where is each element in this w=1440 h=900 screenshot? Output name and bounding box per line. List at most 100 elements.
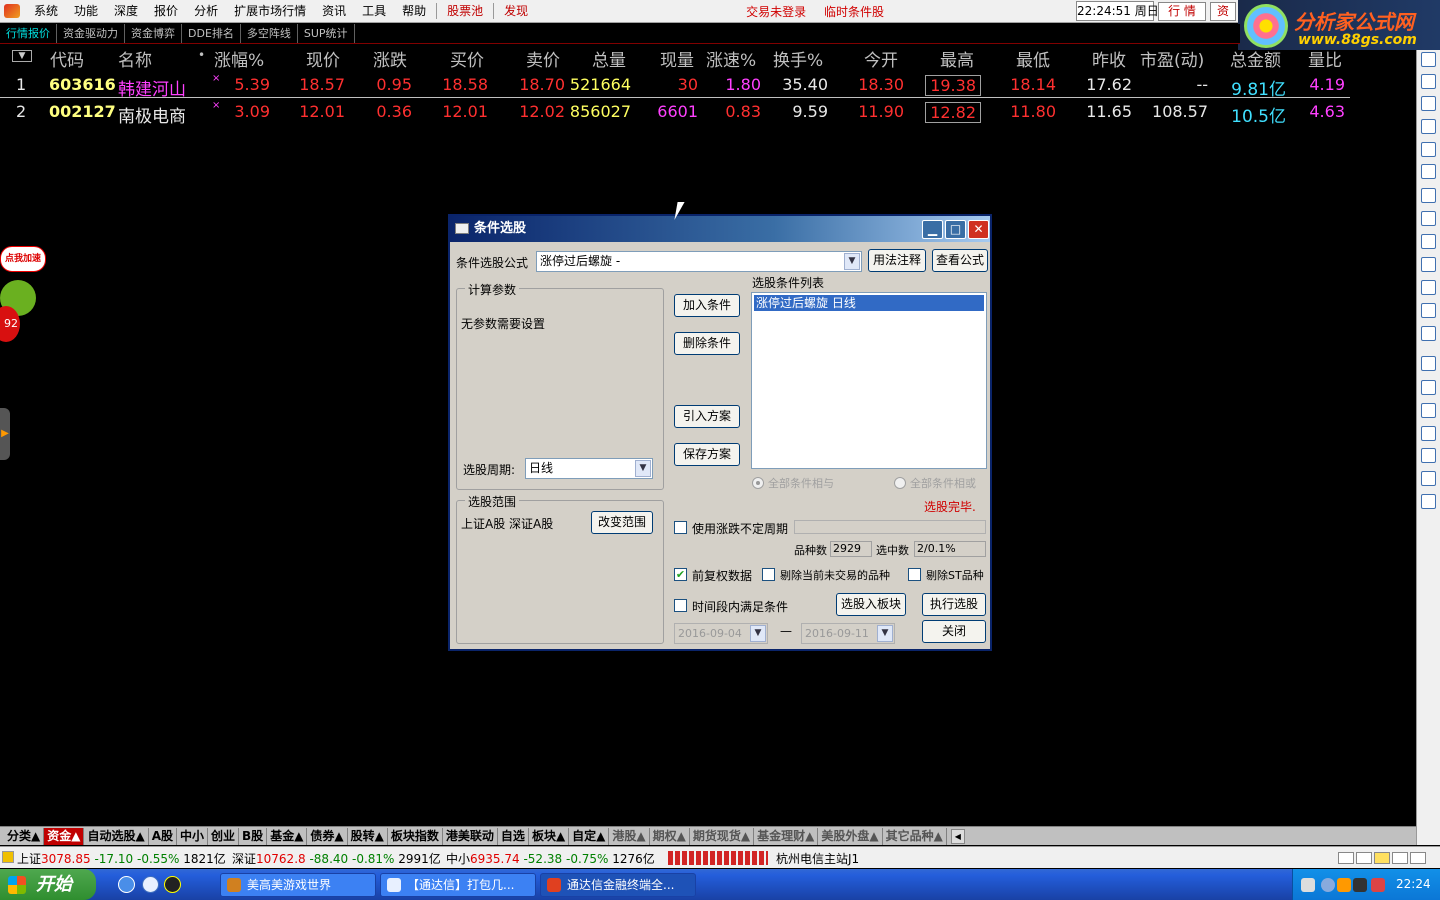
exclude-inactive-checkbox[interactable] (762, 568, 775, 581)
toolbar-circle-icon[interactable] (1421, 326, 1436, 341)
col-code[interactable]: 代码 (50, 46, 84, 71)
tab-capital-drive[interactable]: 资金驱动力 (57, 24, 125, 43)
col-volume-ratio[interactable]: 量比 (1308, 46, 1342, 71)
chevron-down-icon[interactable]: ▼ (844, 253, 860, 270)
ie-browser-icon[interactable] (118, 876, 135, 893)
tab-category[interactable]: 分类▲ (4, 827, 45, 845)
tab-b-share[interactable]: B股 (239, 827, 268, 845)
menu-tools[interactable]: 工具 (354, 0, 394, 23)
taskbar-item-tdx-download[interactable]: 【通达信】打包几... (380, 873, 536, 897)
sz-index-group[interactable]: 深证10762.8 -88.40 -0.81% 2991亿 (232, 850, 441, 867)
col-cur-volume[interactable]: 现量 (660, 46, 694, 71)
date-to-picker[interactable]: 2016-09-11 ▼ (801, 623, 895, 644)
tab-fund[interactable]: 基金▲ (267, 827, 308, 845)
col-high[interactable]: 最高 (940, 46, 974, 71)
col-change[interactable]: 涨跌 (373, 46, 407, 71)
scroll-left-icon[interactable]: ◀ (950, 828, 965, 844)
add-to-block-button[interactable]: 选股入板块 (836, 593, 906, 616)
menu-help[interactable]: 帮助 (394, 0, 434, 23)
tab-sup-stats[interactable]: SUP统计 (298, 24, 355, 43)
col-speed[interactable]: 涨速% (706, 46, 756, 71)
execute-selection-button[interactable]: 执行选股 (922, 593, 986, 616)
trade-login-status[interactable]: 交易未登录 (746, 5, 806, 19)
status-layout-icon[interactable] (1356, 852, 1372, 864)
app-icon[interactable] (4, 4, 20, 18)
tab-watchlist[interactable]: 自选 (498, 827, 529, 845)
tray-expand-icon[interactable] (1321, 878, 1335, 892)
temp-condition-link[interactable]: 临时条件股 (824, 5, 884, 19)
col-amount[interactable]: 总金额 (1230, 46, 1281, 71)
toolbar-up-icon[interactable] (1421, 52, 1436, 67)
uncertain-period-checkbox[interactable] (674, 521, 687, 534)
tab-options[interactable]: 期权▲ (650, 827, 690, 845)
toolbar-sort-icon[interactable] (1421, 380, 1436, 395)
tab-bull-bear[interactable]: 多空阵线 (241, 24, 298, 43)
toolbar-table-icon[interactable] (1421, 119, 1436, 134)
toolbar-list-icon[interactable] (1421, 96, 1436, 111)
restore-rights-checkbox[interactable]: ✔ (674, 568, 687, 581)
info-button[interactable]: 资 (1210, 2, 1236, 21)
col-turnover[interactable]: 换手% (773, 46, 823, 71)
tab-custom[interactable]: 自定▲ (569, 827, 610, 845)
menu-quote[interactable]: 报价 (146, 0, 186, 23)
tab-sector[interactable]: 板块▲ (529, 827, 570, 845)
tab-futures-spot[interactable]: 期货现货▲ (690, 827, 755, 845)
taskbar-item-tdx-terminal[interactable]: 通达信金融终端全... (540, 873, 696, 897)
col-volume[interactable]: 总量 (592, 46, 626, 71)
status-window-icon[interactable] (1338, 852, 1354, 864)
market-indicator-icon[interactable] (2, 851, 14, 863)
col-name[interactable]: 名称 (118, 46, 152, 71)
save-plan-button[interactable]: 保存方案 (674, 443, 740, 466)
formula-select[interactable]: 涨停过后螺旋 - ▼ (536, 251, 862, 272)
menu-extended-market[interactable]: 扩展市场行情 (226, 0, 314, 23)
list-item[interactable]: 涨停过后螺旋 日线 (754, 295, 984, 311)
col-low[interactable]: 最低 (1016, 46, 1050, 71)
tab-capital-game[interactable]: 资金博弈 (125, 24, 182, 43)
menu-depth[interactable]: 深度 (106, 0, 146, 23)
tray-clock[interactable]: 22:24 (1396, 877, 1431, 891)
tab-dde-rank[interactable]: DDE排名 (182, 24, 241, 43)
radio-all-or[interactable] (894, 477, 906, 489)
menu-discover[interactable]: 发现 (496, 0, 536, 23)
toolbar-gear-icon[interactable] (1421, 494, 1436, 509)
col-prev-close[interactable]: 昨收 (1092, 46, 1126, 71)
col-pct[interactable]: 涨幅% (214, 46, 264, 71)
status-arrows-icon[interactable] (1410, 852, 1426, 864)
server-name[interactable]: 杭州电信主站J1 (776, 850, 859, 867)
qq-tray-icon[interactable] (1353, 878, 1367, 892)
taskbar-item-game[interactable]: 美高美游戏世界 (220, 873, 376, 897)
toolbar-kline-icon[interactable] (1421, 164, 1436, 179)
sogou-browser-icon[interactable] (142, 876, 159, 893)
status-signal-icon[interactable] (1392, 852, 1408, 864)
status-alert-icon[interactable] (1374, 852, 1390, 864)
network-icon[interactable] (1337, 878, 1351, 892)
menu-analysis[interactable]: 分析 (186, 0, 226, 23)
dialog-titlebar[interactable]: 条件选股 (450, 216, 990, 242)
tab-other[interactable]: 其它品种▲ (883, 827, 947, 845)
chevron-down-icon[interactable]: ▼ (750, 625, 766, 642)
add-condition-button[interactable]: 加入条件 (674, 294, 740, 317)
table-row[interactable]: 2 002127 南极电商 × 3.09 12.01 0.36 12.01 12… (0, 99, 1350, 127)
col-pe[interactable]: 市盈(动) (1140, 46, 1204, 71)
toolbar-formula-icon[interactable] (1421, 303, 1436, 318)
minimize-button[interactable]: ▁ (922, 220, 943, 239)
usage-notes-button[interactable]: 用法注释 (868, 249, 926, 272)
keyboard-icon[interactable] (1301, 878, 1315, 892)
menu-stock-pool[interactable]: 股票池 (439, 0, 491, 23)
toolbar-f10-icon[interactable] (1421, 211, 1436, 226)
tab-sector-index[interactable]: 板块指数 (388, 827, 443, 845)
tab-hk-us-link[interactable]: 港美联动 (443, 827, 498, 845)
col-ask[interactable]: 卖价 (526, 46, 560, 71)
change-range-button[interactable]: 改变范围 (591, 511, 653, 534)
exclude-st-checkbox[interactable] (908, 568, 921, 581)
toolbar-note-icon[interactable] (1421, 257, 1436, 272)
delete-condition-button[interactable]: 删除条件 (674, 332, 740, 355)
close-window-button[interactable]: ✕ (968, 220, 989, 239)
close-button[interactable]: 关闭 (922, 620, 986, 643)
toolbar-down-icon[interactable] (1421, 74, 1436, 89)
side-expand-handle[interactable]: ▶ (0, 408, 10, 460)
toolbar-folder-icon[interactable] (1421, 356, 1436, 371)
col-price[interactable]: 现价 (306, 46, 340, 71)
condition-list[interactable]: 涨停过后螺旋 日线 (751, 292, 987, 469)
radio-all-and[interactable] (752, 477, 764, 489)
